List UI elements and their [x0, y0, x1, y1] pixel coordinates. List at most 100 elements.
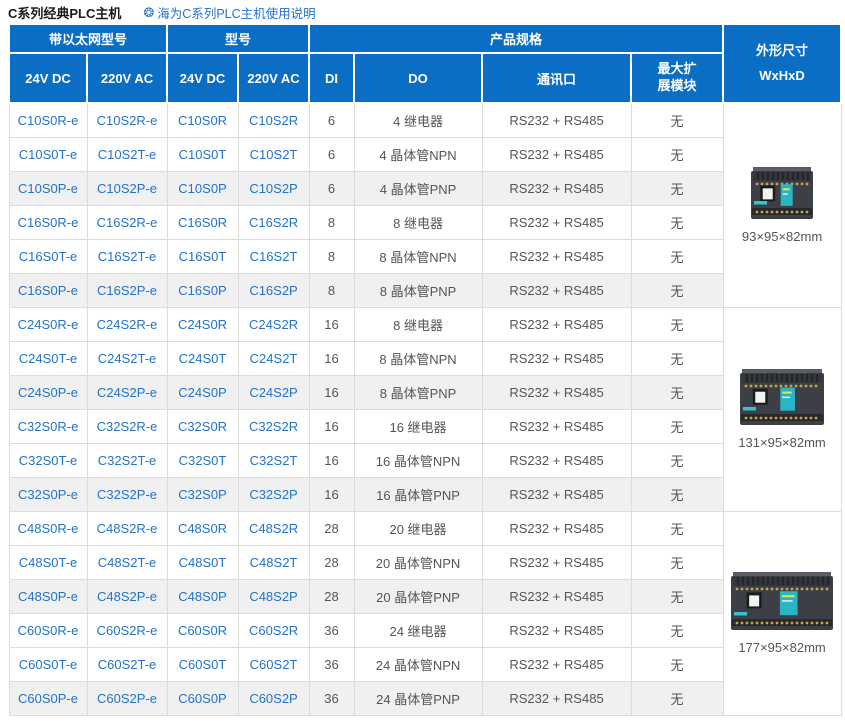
model-link[interactable]: C60S2P-e — [97, 691, 157, 706]
model-link[interactable]: C16S0T-e — [19, 249, 78, 264]
cell-max-expansion: 无 — [631, 410, 723, 444]
model-link[interactable]: C24S0T — [179, 351, 227, 366]
model-link[interactable]: C60S0R-e — [18, 623, 79, 638]
model-link[interactable]: C60S2P — [249, 691, 297, 706]
model-link[interactable]: C10S2R-e — [97, 113, 158, 128]
model-link[interactable]: C24S2T-e — [98, 351, 157, 366]
model-link[interactable]: C24S0P — [178, 385, 226, 400]
cell-comm-port: RS232 + RS485 — [482, 580, 631, 614]
model-link[interactable]: C10S0R-e — [18, 113, 79, 128]
model-link[interactable]: C48S2R — [249, 521, 298, 536]
model-link[interactable]: C24S2P-e — [97, 385, 157, 400]
table-row: C10S0P-eC10S2P-eC10S0PC10S2P64 晶体管PNPRS2… — [9, 172, 841, 206]
header-dimensions-line1: 外形尺寸 — [756, 43, 808, 58]
doc-link[interactable]: ❂ 海为C系列PLC主机使用说明 — [143, 3, 315, 22]
model-link[interactable]: C32S0T — [179, 453, 227, 468]
model-link[interactable]: C24S2R-e — [97, 317, 158, 332]
model-link[interactable]: C10S0P — [178, 181, 226, 196]
model-link[interactable]: C32S2P — [249, 487, 297, 502]
cell-di: 16 — [309, 342, 354, 376]
model-link[interactable]: C48S0R — [178, 521, 227, 536]
cell-comm-port: RS232 + RS485 — [482, 512, 631, 546]
model-link[interactable]: C10S2P — [249, 181, 297, 196]
model-link[interactable]: C48S0T — [179, 555, 227, 570]
model-link[interactable]: C60S2T-e — [98, 657, 157, 672]
model-link[interactable]: C48S2P-e — [97, 589, 157, 604]
model-link[interactable]: C60S2R — [249, 623, 298, 638]
model-link[interactable]: C32S0P-e — [18, 487, 78, 502]
model-link[interactable]: C10S2T-e — [98, 147, 157, 162]
model-link[interactable]: C16S0T — [179, 249, 227, 264]
model-link[interactable]: C24S0R — [178, 317, 227, 332]
model-link[interactable]: C60S0T — [179, 657, 227, 672]
model-link[interactable]: C24S0P-e — [18, 385, 78, 400]
cell-220vac-model: C32S2T — [238, 444, 309, 478]
cell-eth-24vdc-model: C60S0T-e — [9, 648, 87, 682]
model-link[interactable]: C60S0P-e — [18, 691, 78, 706]
model-link[interactable]: C16S0P-e — [18, 283, 78, 298]
header-eth-group: 带以太网型号 — [9, 24, 167, 53]
cell-max-expansion: 无 — [631, 648, 723, 682]
model-link[interactable]: C16S2T-e — [98, 249, 157, 264]
cell-comm-port: RS232 + RS485 — [482, 274, 631, 308]
model-link[interactable]: C10S2T — [250, 147, 298, 162]
model-link[interactable]: C32S0T-e — [19, 453, 78, 468]
model-link[interactable]: C48S0R-e — [18, 521, 79, 536]
model-link[interactable]: C32S0R-e — [18, 419, 79, 434]
model-link[interactable]: C16S2T — [250, 249, 298, 264]
cell-di: 6 — [309, 172, 354, 206]
cell-eth-24vdc-model: C32S0P-e — [9, 478, 87, 512]
model-link[interactable]: C16S2P — [249, 283, 297, 298]
cell-eth-24vdc-model: C32S0T-e — [9, 444, 87, 478]
model-link[interactable]: C60S0P — [178, 691, 226, 706]
model-link[interactable]: C10S0T — [179, 147, 227, 162]
cell-220vac-model: C16S2R — [238, 206, 309, 240]
model-link[interactable]: C24S2T — [250, 351, 298, 366]
cell-max-expansion: 无 — [631, 444, 723, 478]
cell-eth-220vac-model: C60S2T-e — [87, 648, 167, 682]
model-link[interactable]: C16S0P — [178, 283, 226, 298]
cell-220vac-model: C60S2T — [238, 648, 309, 682]
table-row: C16S0P-eC16S2P-eC16S0PC16S2P88 晶体管PNPRS2… — [9, 274, 841, 308]
model-link[interactable]: C32S2R-e — [97, 419, 158, 434]
model-link[interactable]: C10S0T-e — [19, 147, 78, 162]
cell-di: 16 — [309, 308, 354, 342]
model-link[interactable]: C10S0P-e — [18, 181, 78, 196]
model-link[interactable]: C32S0P — [178, 487, 226, 502]
model-link[interactable]: C24S0R-e — [18, 317, 79, 332]
model-link[interactable]: C60S2R-e — [97, 623, 158, 638]
model-link[interactable]: C48S2R-e — [97, 521, 158, 536]
dimension-caption: 93×95×82mm — [724, 229, 841, 244]
model-link[interactable]: C48S0P — [178, 589, 226, 604]
model-link[interactable]: C48S0P-e — [18, 589, 78, 604]
model-link[interactable]: C32S2T-e — [98, 453, 157, 468]
model-link[interactable]: C24S2R — [249, 317, 298, 332]
model-link[interactable]: C10S2P-e — [97, 181, 157, 196]
model-link[interactable]: C16S2R — [249, 215, 298, 230]
model-link[interactable]: C10S2R — [249, 113, 298, 128]
cell-eth-24vdc-model: C24S0P-e — [9, 376, 87, 410]
model-link[interactable]: C16S2P-e — [97, 283, 157, 298]
model-link[interactable]: C32S2P-e — [97, 487, 157, 502]
cell-220vac-model: C32S2R — [238, 410, 309, 444]
model-link[interactable]: C24S0T-e — [19, 351, 78, 366]
model-link[interactable]: C48S2T-e — [98, 555, 157, 570]
header-model-24vdc: 24V DC — [167, 53, 238, 103]
model-link[interactable]: C32S2R — [249, 419, 298, 434]
cell-eth-220vac-model: C32S2R-e — [87, 410, 167, 444]
model-link[interactable]: C16S0R-e — [18, 215, 79, 230]
model-link[interactable]: C48S2T — [250, 555, 298, 570]
cell-do: 8 晶体管NPN — [354, 240, 482, 274]
model-link[interactable]: C60S0T-e — [19, 657, 78, 672]
model-link[interactable]: C32S0R — [178, 419, 227, 434]
model-link[interactable]: C16S0R — [178, 215, 227, 230]
model-link[interactable]: C48S2P — [249, 589, 297, 604]
model-link[interactable]: C32S2T — [250, 453, 298, 468]
model-link[interactable]: C48S0T-e — [19, 555, 78, 570]
model-link[interactable]: C16S2R-e — [97, 215, 158, 230]
model-link[interactable]: C60S2T — [250, 657, 298, 672]
model-link[interactable]: C24S2P — [249, 385, 297, 400]
model-link[interactable]: C10S0R — [178, 113, 227, 128]
model-link[interactable]: C60S0R — [178, 623, 227, 638]
cell-eth-220vac-model: C48S2R-e — [87, 512, 167, 546]
